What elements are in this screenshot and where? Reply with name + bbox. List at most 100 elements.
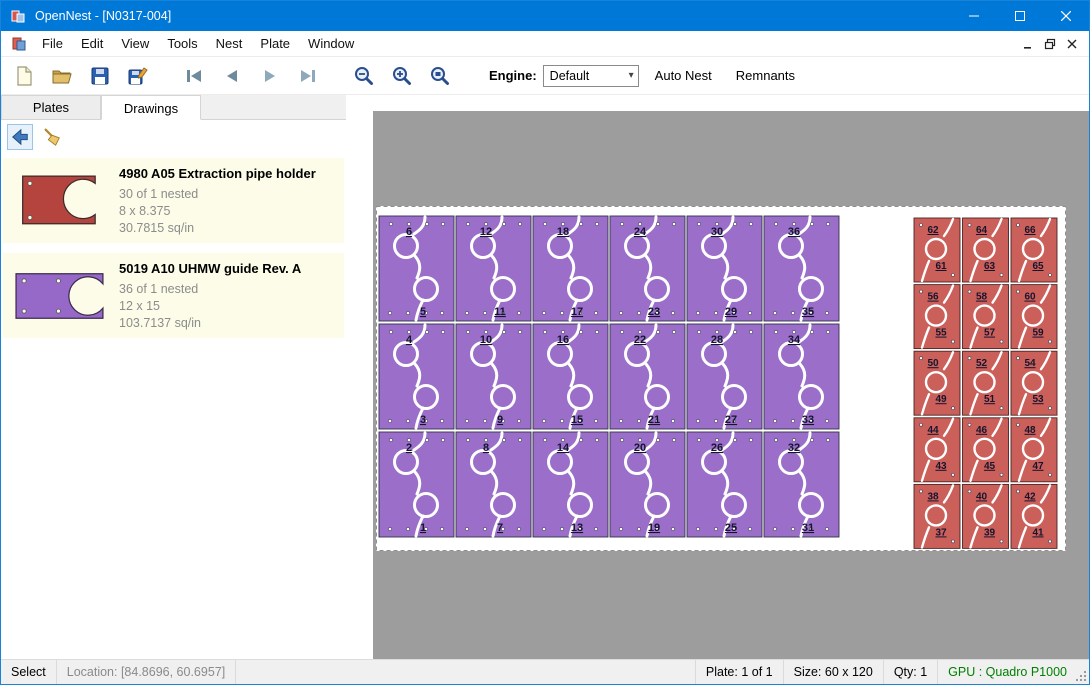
mdi-minimize-button[interactable] bbox=[1017, 34, 1039, 54]
menu-file[interactable]: File bbox=[33, 31, 72, 56]
zoom-fit-icon bbox=[429, 65, 451, 87]
svg-text:62: 62 bbox=[927, 225, 939, 236]
open-button[interactable] bbox=[47, 61, 77, 91]
svg-text:45: 45 bbox=[984, 461, 996, 472]
mdi-minimize-icon bbox=[1022, 38, 1034, 50]
svg-text:42: 42 bbox=[1024, 491, 1036, 502]
auto-nest-button[interactable]: Auto Nest bbox=[647, 64, 720, 87]
minimize-icon bbox=[969, 11, 979, 21]
statusbar: Select Location: [84.8696, 60.6957] Plat… bbox=[1, 659, 1089, 684]
svg-text:31: 31 bbox=[802, 522, 814, 534]
svg-text:3: 3 bbox=[420, 414, 426, 426]
mdi-restore-button[interactable] bbox=[1039, 34, 1061, 54]
svg-text:27: 27 bbox=[725, 414, 737, 426]
resize-grip[interactable] bbox=[1077, 660, 1089, 684]
svg-text:20: 20 bbox=[634, 442, 646, 454]
drawing-size: 8 x 8.375 bbox=[119, 203, 338, 220]
svg-text:14: 14 bbox=[557, 442, 570, 454]
svg-text:24: 24 bbox=[634, 226, 647, 238]
status-gpu: GPU : Quadro P1000 bbox=[937, 660, 1077, 684]
save-as-button[interactable] bbox=[123, 61, 153, 91]
tab-plates[interactable]: Plates bbox=[1, 95, 101, 119]
drawing-nested-count: 36 of 1 nested bbox=[119, 281, 338, 298]
return-part-button[interactable] bbox=[7, 124, 33, 150]
svg-text:55: 55 bbox=[935, 328, 947, 339]
svg-text:7: 7 bbox=[497, 522, 503, 534]
svg-text:26: 26 bbox=[711, 442, 723, 454]
mdi-close-button[interactable] bbox=[1061, 34, 1083, 54]
open-folder-icon bbox=[51, 65, 73, 87]
svg-text:25: 25 bbox=[725, 522, 737, 534]
svg-text:50: 50 bbox=[927, 358, 939, 369]
chevron-down-icon: ▾ bbox=[629, 70, 634, 81]
list-item[interactable]: 5019 A10 UHMW guide Rev. A 36 of 1 neste… bbox=[3, 253, 344, 338]
previous-plate-button[interactable] bbox=[217, 61, 247, 91]
svg-text:15: 15 bbox=[571, 414, 583, 426]
plate[interactable]: 6512111817242330293635431091615222128273… bbox=[376, 206, 1066, 551]
menu-tools[interactable]: Tools bbox=[158, 31, 206, 56]
svg-text:6: 6 bbox=[406, 226, 412, 238]
zoom-in-button[interactable] bbox=[387, 61, 417, 91]
tab-drawings[interactable]: Drawings bbox=[101, 95, 201, 120]
save-button[interactable] bbox=[85, 61, 115, 91]
next-plate-button[interactable] bbox=[255, 61, 285, 91]
svg-text:54: 54 bbox=[1024, 358, 1036, 369]
svg-text:66: 66 bbox=[1024, 225, 1036, 236]
svg-text:16: 16 bbox=[557, 334, 569, 346]
previous-arrow-icon bbox=[221, 65, 243, 87]
svg-text:43: 43 bbox=[935, 461, 947, 472]
svg-text:63: 63 bbox=[984, 261, 996, 272]
new-button[interactable] bbox=[9, 61, 39, 91]
svg-text:29: 29 bbox=[725, 306, 737, 318]
drawing-info: 5019 A10 UHMW guide Rev. A 36 of 1 neste… bbox=[113, 259, 338, 332]
status-qty: Qty: 1 bbox=[883, 660, 937, 684]
svg-text:10: 10 bbox=[480, 334, 492, 346]
minimize-button[interactable] bbox=[951, 1, 997, 31]
svg-text:51: 51 bbox=[984, 394, 996, 405]
close-button[interactable] bbox=[1043, 1, 1089, 31]
remnants-button[interactable]: Remnants bbox=[728, 64, 803, 87]
engine-select[interactable]: Default ▾ bbox=[543, 65, 639, 87]
drawing-area: 30.7815 sq/in bbox=[119, 220, 338, 237]
list-item[interactable]: 4980 A05 Extraction pipe holder 30 of 1 … bbox=[3, 158, 344, 243]
svg-text:41: 41 bbox=[1032, 527, 1044, 538]
maximize-button[interactable] bbox=[997, 1, 1043, 31]
svg-text:53: 53 bbox=[1032, 394, 1044, 405]
window-title: OpenNest - [N0317-004] bbox=[35, 9, 171, 23]
drawing-nested-count: 30 of 1 nested bbox=[119, 186, 338, 203]
svg-text:36: 36 bbox=[788, 226, 800, 238]
svg-text:21: 21 bbox=[648, 414, 660, 426]
nesting-workspace[interactable]: 6512111817242330293635431091615222128273… bbox=[373, 111, 1089, 659]
plate-svg[interactable]: 6512111817242330293635431091615222128273… bbox=[376, 206, 1066, 551]
mdi-restore-icon bbox=[1044, 38, 1056, 50]
app-icon bbox=[10, 8, 26, 24]
svg-text:44: 44 bbox=[927, 425, 939, 436]
mdi-close-icon bbox=[1066, 38, 1078, 50]
main-content: Plates Drawings bbox=[1, 95, 1089, 659]
menu-window[interactable]: Window bbox=[299, 31, 363, 56]
first-plate-button[interactable] bbox=[179, 61, 209, 91]
status-location: Location: [84.8696, 60.6957] bbox=[57, 660, 236, 684]
svg-text:40: 40 bbox=[976, 491, 988, 502]
svg-text:52: 52 bbox=[976, 358, 988, 369]
drawing-info: 4980 A05 Extraction pipe holder 30 of 1 … bbox=[113, 164, 338, 237]
zoom-out-icon bbox=[353, 65, 375, 87]
menu-edit[interactable]: Edit bbox=[72, 31, 112, 56]
svg-text:9: 9 bbox=[497, 414, 503, 426]
clear-parts-button[interactable] bbox=[39, 124, 65, 150]
zoom-in-icon bbox=[391, 65, 413, 87]
titlebar: OpenNest - [N0317-004] bbox=[1, 1, 1089, 31]
menu-plate[interactable]: Plate bbox=[251, 31, 299, 56]
drawing-area: 103.7137 sq/in bbox=[119, 315, 338, 332]
zoom-out-button[interactable] bbox=[349, 61, 379, 91]
zoom-fit-button[interactable] bbox=[425, 61, 455, 91]
last-plate-button[interactable] bbox=[293, 61, 323, 91]
save-floppy-icon bbox=[89, 65, 111, 87]
menu-nest[interactable]: Nest bbox=[207, 31, 252, 56]
parts-panel: Plates Drawings bbox=[1, 95, 346, 659]
menu-view[interactable]: View bbox=[112, 31, 158, 56]
window-controls bbox=[951, 1, 1089, 31]
part-thumbnail-extraction-pipe-holder bbox=[9, 164, 113, 237]
canvas-area: 6512111817242330293635431091615222128273… bbox=[346, 95, 1089, 659]
svg-text:57: 57 bbox=[984, 328, 996, 339]
